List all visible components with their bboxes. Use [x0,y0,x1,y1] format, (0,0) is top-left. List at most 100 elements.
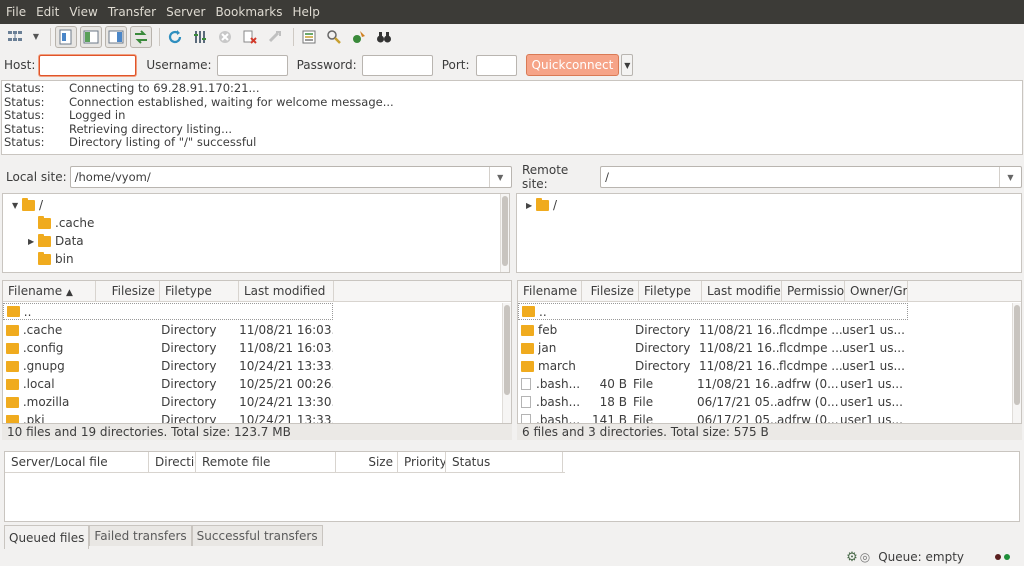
table-row[interactable]: jan Directory 11/08/21 16... flcdmpe ... use… [518,339,908,357]
folder-icon [6,414,19,423]
remote-col-permission[interactable]: Permission [782,281,845,302]
quickconnect-button[interactable]: Quickconnect [525,54,620,76]
tree-item[interactable]: ▶ Data [28,232,84,250]
refresh-icon[interactable] [164,26,186,48]
sync-browse-icon[interactable] [348,26,370,48]
queue-col-status[interactable]: Status [446,451,563,473]
folder-icon [521,360,534,372]
cell-name: jan [538,341,557,355]
cancel-icon[interactable] [214,26,236,48]
local-path-input[interactable]: /home/vyom/ ▼ [69,166,512,188]
table-row[interactable]: .cache Directory 11/08/21 16:03... [3,321,333,339]
remote-path-input[interactable]: / ▼ [600,166,1022,188]
dropdown-arrow-icon[interactable]: ▼ [29,26,43,48]
queue-col-priority[interactable]: Priority [398,451,446,473]
table-row[interactable]: .local Directory 10/25/21 00:26... [3,375,333,393]
speed-limit-icon[interactable]: ◎ [860,550,870,564]
cell-type: File [633,413,654,424]
tab-queued-files[interactable]: Queued files [4,525,90,549]
cell-perm: flcdmpe ... [779,341,842,355]
queue-col-server-local-file[interactable]: Server/Local file [5,451,149,473]
cell-name: .. [23,304,32,319]
table-row[interactable]: .gnupg Directory 10/24/21 13:33... [3,357,333,375]
site-manager-icon[interactable] [4,26,26,48]
local-col-filename[interactable]: Filename ▲ [3,281,96,302]
collapse-arrow-icon[interactable]: ▶ [28,237,38,246]
tab-successful-transfers[interactable]: Successful transfers [191,525,323,546]
tree-item[interactable]: .cache [28,214,94,232]
folder-icon [6,378,19,390]
table-row[interactable]: .mozilla Directory 10/24/21 13:30... [3,393,333,411]
menu-edit[interactable]: Edit [36,5,59,19]
message-log[interactable]: Status: Connecting to 69.28.91.170:21... S… [1,80,1023,155]
local-tree-scrollbar[interactable] [500,194,509,272]
table-row[interactable]: .bash... 40 B File 11/08/21 16... adfrw (0..… [518,375,908,393]
cell-type: Directory [635,341,691,355]
disconnect-icon[interactable] [239,26,261,48]
cell-name: .local [22,377,55,391]
expand-arrow-icon[interactable]: ▼ [12,201,22,210]
remote-col-filesize[interactable]: Filesize [582,281,639,302]
table-row[interactable]: .. [518,303,908,320]
table-row[interactable]: .config Directory 11/08/21 16:03... [3,339,333,357]
settings-gear-icon[interactable]: ⚙ [846,550,858,565]
tree-item[interactable]: ▼ / [12,196,43,214]
folder-icon [38,215,51,229]
remote-path-dropdown-icon[interactable]: ▼ [999,167,1021,187]
table-row[interactable]: march Directory 11/08/21 16... flcdmpe ... u… [518,357,908,375]
reconnect-icon[interactable] [264,26,286,48]
queue-col-remote-file[interactable]: Remote file [196,451,336,473]
file-icon [521,378,531,390]
tree-item[interactable]: bin [28,250,74,268]
menu-view[interactable]: View [69,5,97,19]
folder-icon [6,396,19,408]
remote-col-filename[interactable]: Filename ▲ [518,281,582,302]
menu-transfer[interactable]: Transfer [108,5,156,19]
quickconnect-dropdown-icon[interactable]: ▼ [621,54,634,76]
remote-list-scrollbar[interactable] [1012,303,1021,423]
tab-failed-transfers[interactable]: Failed transfers [89,525,192,546]
process-queue-icon[interactable] [189,26,211,48]
table-row[interactable]: .bash... 18 B File 06/17/21 05... adfrw (0..… [518,393,908,411]
password-input[interactable] [361,54,433,76]
local-col-filesize[interactable]: Filesize [96,281,160,302]
remote-col-owner[interactable]: Owner/Gro [845,281,908,302]
port-input[interactable] [475,54,517,76]
folder-icon [22,197,35,211]
local-list-scrollbar[interactable] [502,303,511,423]
receive-indicator-icon [995,554,1001,560]
menu-help[interactable]: Help [293,5,320,19]
table-row[interactable]: .bash... 141 B File 06/17/21 05... adfrw (0.… [518,411,908,424]
folder-icon [522,306,535,317]
local-col-filetype[interactable]: Filetype [160,281,239,302]
toggle-local-tree-icon[interactable] [80,25,102,48]
menu-bookmarks[interactable]: Bookmarks [215,5,282,19]
remote-status: 6 files and 3 directories. Total size: 5… [517,424,1022,440]
tree-item[interactable]: ▶ / [526,196,557,214]
local-col-last-modified[interactable]: Last modified [239,281,334,302]
cell-date: 06/17/21 05... [697,413,777,424]
menu-server[interactable]: Server [166,5,205,19]
collapse-arrow-icon[interactable]: ▶ [526,201,536,210]
cell-perm: adfrw (0... [777,395,839,409]
toggle-message-log-icon[interactable] [55,25,77,48]
local-path-dropdown-icon[interactable]: ▼ [488,167,511,187]
table-row[interactable]: .. [3,303,333,320]
table-row[interactable]: .pki Directory 10/24/21 13:33... [3,411,333,423]
username-input[interactable] [216,54,288,76]
cell-date: 11/08/21 16... [697,377,777,391]
remote-col-last-modified[interactable]: Last modified [702,281,782,302]
remote-col-filetype[interactable]: Filetype [639,281,702,302]
search-icon[interactable] [373,26,395,48]
toggle-remote-tree-icon[interactable] [105,25,127,48]
directory-comparison-icon[interactable] [298,26,320,48]
menu-file[interactable]: File [6,5,26,19]
toggle-queue-icon[interactable] [130,25,152,48]
queue-col-direction[interactable]: Directio [149,451,196,473]
host-input[interactable] [39,54,137,76]
filter-icon[interactable] [323,26,345,48]
queue-col-size[interactable]: Size [336,451,398,473]
table-row[interactable]: feb Directory 11/08/21 16... flcdmpe ... use… [518,321,908,339]
folder-icon [7,306,20,317]
cell-owner: user1 us... [842,341,904,355]
